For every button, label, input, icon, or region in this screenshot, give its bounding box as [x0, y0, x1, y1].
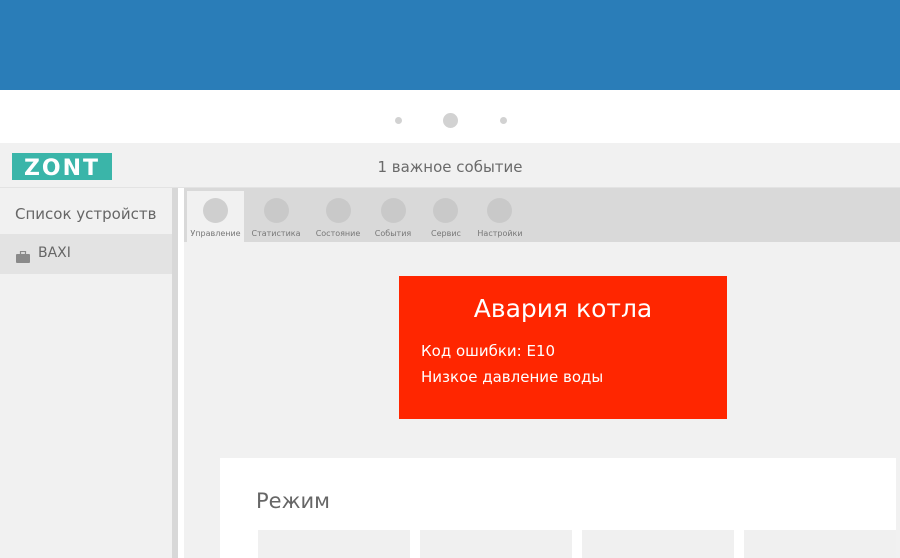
tab-label: Сервис [431, 229, 461, 238]
tab-statistics[interactable]: Статистика [251, 191, 301, 242]
carousel-dot-1[interactable] [395, 117, 402, 124]
logo-text: ZONT [24, 156, 100, 180]
tab-control[interactable]: Управление [187, 191, 244, 242]
carousel-dot-2-active[interactable] [443, 113, 458, 128]
mode-option-3[interactable] [582, 530, 734, 558]
settings-icon [487, 198, 512, 223]
mode-title: Режим [256, 489, 330, 513]
carousel-dot-3[interactable] [500, 117, 507, 124]
service-icon [433, 198, 458, 223]
zont-logo[interactable]: ZONT [12, 153, 112, 180]
state-icon [326, 198, 351, 223]
statistics-icon [264, 198, 289, 223]
mode-panel: Режим [220, 458, 896, 558]
tab-events[interactable]: События [372, 191, 414, 242]
tab-service[interactable]: Сервис [427, 191, 465, 242]
app-header: 1 важное событие ZONT [0, 143, 900, 188]
tab-label: Состояние [315, 229, 361, 238]
events-icon [381, 198, 406, 223]
tab-state[interactable]: Состояние [312, 191, 364, 242]
tab-label: Настройки [477, 229, 523, 238]
mode-option-1[interactable] [258, 530, 410, 558]
tab-label: События [374, 229, 412, 238]
tab-label: Управление [190, 229, 241, 238]
main-content: Управление Статистика Состояние События … [184, 188, 900, 558]
device-label: BAXI [38, 245, 71, 261]
mode-option-4[interactable] [744, 530, 896, 558]
tab-bar: Управление Статистика Состояние События … [184, 188, 900, 242]
sidebar-item-baxi[interactable]: BAXI [0, 234, 172, 274]
alarm-error-code: Код ошибки: E10 [421, 342, 556, 360]
alarm-description: Низкое давление воды [421, 368, 604, 386]
device-list-title: Список устройств [15, 205, 157, 223]
tab-settings[interactable]: Настройки [477, 191, 523, 242]
tab-label: Статистика [251, 229, 301, 238]
top-banner [0, 0, 900, 90]
briefcase-icon [16, 248, 30, 263]
carousel-indicator [0, 90, 900, 143]
important-events-link[interactable]: 1 важное событие [0, 143, 900, 188]
alarm-title: Авария котла [473, 294, 653, 323]
mode-option-2[interactable] [420, 530, 572, 558]
control-icon [203, 198, 228, 223]
boiler-alarm-alert[interactable]: Авария котла Код ошибки: E10 Низкое давл… [399, 276, 727, 419]
sidebar: Список устройств BAXI [0, 188, 178, 558]
